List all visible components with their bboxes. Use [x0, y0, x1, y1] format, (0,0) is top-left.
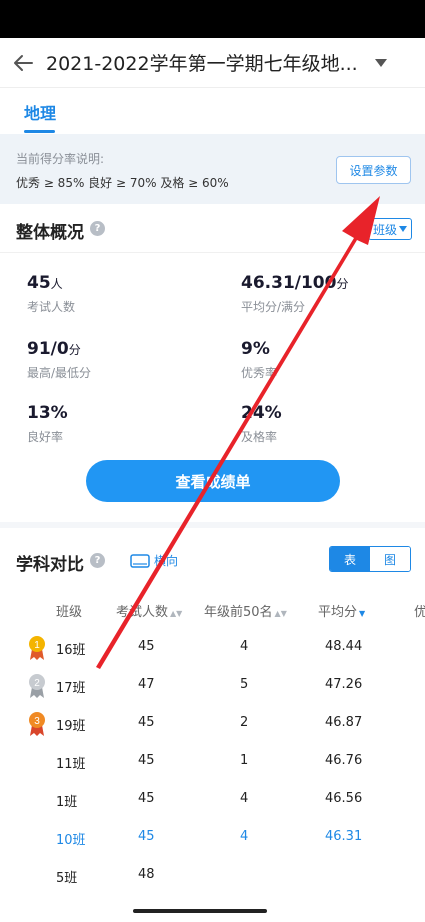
- cell-top50: 5: [240, 677, 249, 692]
- bronze-medal-icon: 3: [29, 712, 45, 736]
- cell-count: 48: [138, 867, 155, 882]
- cell-avg: 46.87: [325, 715, 363, 730]
- class-selector[interactable]: 班级: [368, 218, 412, 240]
- rotate-screen-icon: [130, 553, 150, 568]
- sort-icon: ▲▼: [274, 609, 287, 618]
- svg-text:1: 1: [34, 640, 40, 651]
- cell-top50: 4: [240, 639, 249, 654]
- sort-desc-icon: ▼: [359, 609, 366, 618]
- comparison-title: 学科对比: [16, 555, 84, 575]
- table-row[interactable]: 11班 45 1 46.76: [0, 743, 425, 781]
- cell-count: 45: [138, 715, 155, 730]
- cell-top50: 4: [240, 829, 249, 844]
- sort-icon: ▲▼: [170, 609, 183, 618]
- svg-text:2: 2: [34, 678, 40, 689]
- cell-class: 10班: [56, 833, 86, 848]
- excellent-rate-label: 优秀率: [241, 366, 278, 380]
- exam-count-value: 45人: [27, 273, 63, 293]
- pass-rate-value: 24%: [241, 403, 282, 423]
- good-rate-value: 13%: [27, 403, 68, 423]
- silver-medal-icon: 2: [29, 674, 45, 698]
- header-class: 班级: [56, 605, 83, 620]
- subject-tabs: 地理: [0, 88, 425, 134]
- cell-class: 1班: [56, 795, 78, 810]
- top-bar: 2021-2022学年第一学期七年级地...: [0, 38, 425, 88]
- table-row[interactable]: 5班 48: [0, 857, 425, 895]
- header-excellent: 优: [414, 605, 425, 620]
- cell-avg: 46.76: [325, 753, 363, 768]
- average-score-label: 平均分/满分: [241, 300, 306, 314]
- cell-avg: 46.56: [325, 791, 363, 806]
- table-row[interactable]: 10班 45 4 46.31: [0, 819, 425, 857]
- cell-avg: 48.44: [325, 639, 363, 654]
- good-rate-label: 良好率: [27, 430, 64, 444]
- view-scores-button[interactable]: 查看成绩单: [86, 460, 340, 502]
- header-average[interactable]: 平均分 ▼: [318, 601, 365, 620]
- exam-count-label: 考试人数: [27, 300, 76, 314]
- home-indicator: [133, 909, 267, 913]
- pass-rate-label: 及格率: [241, 430, 278, 444]
- exam-title[interactable]: 2021-2022学年第一学期七年级地...: [46, 49, 368, 76]
- active-tab-indicator: [24, 130, 55, 133]
- table-row[interactable]: 1 16班 45 4 48.44: [0, 629, 425, 667]
- caret-down-icon: [399, 226, 407, 232]
- cell-avg: 47.26: [325, 677, 363, 692]
- cell-count: 45: [138, 639, 155, 654]
- svg-text:3: 3: [34, 716, 40, 727]
- view-toggle: 表 图: [329, 546, 411, 572]
- header-exam-count[interactable]: 考试人数 ▲▼: [116, 601, 182, 620]
- cell-class: 17班: [56, 681, 86, 696]
- gold-medal-icon: 1: [29, 636, 45, 660]
- landscape-button[interactable]: 横向: [130, 552, 178, 569]
- overview-title: 整体概况: [16, 223, 84, 243]
- back-button[interactable]: [0, 38, 46, 88]
- average-score-value: 46.31/100分: [241, 273, 349, 293]
- table-row[interactable]: 1班 45 4 46.56: [0, 781, 425, 819]
- cell-top50: 4: [240, 791, 249, 806]
- overview-header: 整体概况 ?: [0, 204, 425, 252]
- help-icon[interactable]: ?: [90, 553, 105, 568]
- table-row[interactable]: 3 19班 45 2 46.87: [0, 705, 425, 743]
- cell-top50: 2: [240, 715, 249, 730]
- back-arrow-icon: [14, 54, 33, 71]
- status-bar: [0, 0, 425, 38]
- caret-down-icon: [375, 58, 387, 67]
- rate-thresholds: 优秀 ≥ 85% 良好 ≥ 70% 及格 ≥ 60%: [16, 176, 229, 190]
- cell-count: 45: [138, 753, 155, 768]
- tab-geography[interactable]: 地理: [24, 100, 56, 124]
- cell-class: 11班: [56, 757, 86, 772]
- max-min-label: 最高/最低分: [27, 366, 92, 380]
- table-row[interactable]: 2 17班 47 5 47.26: [0, 667, 425, 705]
- table-view-button[interactable]: 表: [330, 547, 370, 571]
- cell-class: 5班: [56, 871, 78, 886]
- cell-class: 19班: [56, 719, 86, 734]
- landscape-label: 横向: [154, 554, 179, 568]
- cell-class: 16班: [56, 643, 86, 658]
- rate-label: 当前得分率说明:: [16, 152, 105, 166]
- help-icon[interactable]: ?: [90, 221, 105, 236]
- set-parameters-button[interactable]: 设置参数: [336, 156, 411, 184]
- cell-top50: 1: [240, 753, 249, 768]
- cell-count: 45: [138, 829, 155, 844]
- max-min-value: 91/0分: [27, 339, 81, 359]
- class-selector-label: 班级: [372, 222, 397, 237]
- excellent-rate-value: 9%: [241, 339, 270, 359]
- cell-count: 47: [138, 677, 155, 692]
- chart-view-button[interactable]: 图: [370, 547, 410, 571]
- cell-avg: 46.31: [325, 829, 363, 844]
- exam-dropdown[interactable]: [374, 56, 388, 70]
- subject-comparison-panel: 学科对比 ? 横向 表 图 班级 考试人数 ▲▼ 年级前50名 ▲▼ 平均分 ▼ 优 …: [0, 528, 425, 922]
- header-top50[interactable]: 年级前50名 ▲▼: [204, 601, 287, 620]
- cell-count: 45: [138, 791, 155, 806]
